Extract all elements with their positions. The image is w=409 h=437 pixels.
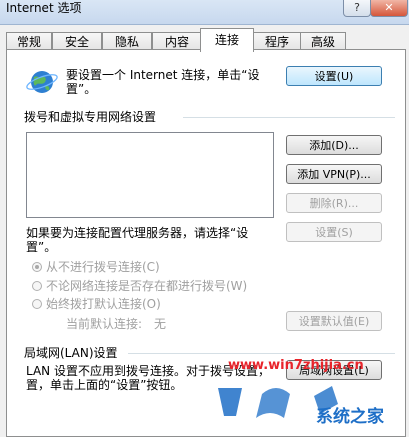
proxy-settings-button[interactable]: 设置(S)	[286, 222, 382, 242]
close-button[interactable]: ✕	[370, 0, 408, 17]
internet-globe-icon	[25, 67, 59, 97]
tab-label: 程序	[264, 35, 289, 49]
lan-description-line2: 置，单击上面的“设置”按钮。	[26, 378, 183, 392]
proxy-description-line2: 置”。	[26, 240, 57, 254]
group-divider	[128, 353, 395, 354]
close-icon: ✕	[384, 1, 394, 14]
tab-label: 安全	[64, 35, 89, 49]
proxy-description-line1: 如果要为连接配置代理服务器，请选择“设	[26, 226, 249, 240]
help-icon: ?	[354, 1, 360, 14]
radio-never-dial-label: 从不进行拨号连接(C)	[46, 260, 160, 274]
setup-description-line2: 置”。	[66, 82, 97, 96]
title-bar: Internet 选项 ? ✕	[0, 0, 409, 25]
lan-group-label: 局域网(LAN)设置	[24, 346, 118, 360]
current-default-label: 当前默认连接:	[66, 317, 143, 331]
tab-label: 高级	[310, 35, 335, 49]
window-title: Internet 选项	[6, 1, 82, 15]
watermark-url: www.win7zhijia.cn	[228, 358, 364, 373]
delete-button[interactable]: 删除(R)...	[286, 193, 382, 213]
dialup-group-label: 拨号和虚拟专用网络设置	[24, 110, 157, 124]
radio-always-dial-label: 始终拨打默认连接(O)	[46, 297, 161, 311]
connections-list[interactable]	[26, 132, 274, 218]
add-vpn-button[interactable]: 添加 VPN(P)...	[286, 164, 382, 184]
tab-label: 隐私	[114, 35, 139, 49]
tab-label: 连接	[214, 33, 239, 47]
setup-button[interactable]: 设置(U)	[286, 66, 382, 86]
tab-connections[interactable]: 连接	[200, 28, 254, 52]
tab-label: 常规	[16, 35, 41, 49]
setup-description-line1: 要设置一个 Internet 连接，单击“设	[66, 68, 260, 82]
radio-never-dial[interactable]	[32, 262, 42, 272]
current-default-value: 无	[154, 317, 167, 331]
radio-dial-when-no-network-label: 不论网络连接是否存在都进行拨号(W)	[46, 279, 248, 293]
help-button[interactable]: ?	[343, 0, 371, 17]
tab-label: 内容	[164, 35, 189, 49]
radio-always-dial[interactable]	[32, 299, 42, 309]
set-default-button[interactable]: 设置默认值(E)	[286, 311, 382, 331]
radio-dial-when-no-network[interactable]	[32, 281, 42, 291]
watermark-brand: 系统之家	[316, 407, 384, 427]
add-button[interactable]: 添加(D)...	[286, 135, 382, 155]
group-divider	[183, 117, 395, 118]
